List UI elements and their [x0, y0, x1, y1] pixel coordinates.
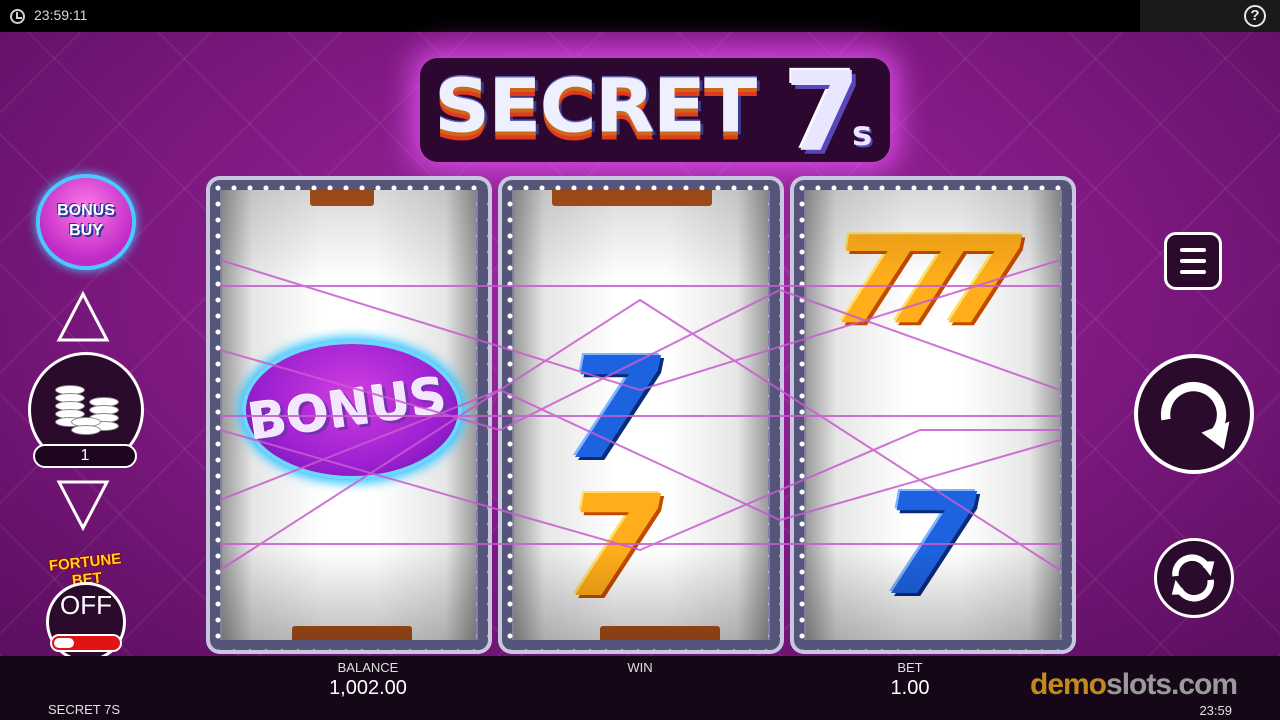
bet-level-value: 1	[33, 444, 137, 468]
game-logo: SECRET 7 s	[420, 48, 890, 176]
arrow-up-icon[interactable]	[56, 290, 110, 344]
reel-3: 777 7	[790, 176, 1076, 654]
watermark-logo: demoslots.com	[1030, 668, 1238, 701]
bonus-symbol-text: BONUS	[244, 366, 451, 452]
autoplay-button[interactable]	[1154, 538, 1234, 618]
reel-2-window: 7 7	[514, 190, 768, 640]
win-display: WIN	[600, 660, 680, 677]
bet-value: 1.00	[890, 677, 930, 699]
bonus-buy-button[interactable]: BONUS BUY	[40, 178, 132, 266]
autoplay-icon	[1171, 554, 1215, 602]
bet-display: BET 1.00	[870, 660, 950, 700]
status-bar: 23:59:11 ?	[0, 0, 1280, 32]
bonus-symbol: BONUS	[242, 340, 462, 480]
fortune-bet-state: OFF	[60, 590, 112, 620]
bet-label: BET	[897, 660, 923, 675]
fortune-bet-toggle[interactable]: FORTUNE BET OFF	[34, 550, 138, 662]
logo-seven: 7	[784, 48, 861, 176]
orange-seven-symbol: 7	[564, 466, 662, 629]
partial-symbol	[310, 190, 374, 206]
game-name: SECRET 7S	[48, 702, 121, 717]
reel-3-window: 777 7	[806, 190, 1060, 640]
status-time: 23:59:11	[34, 7, 88, 23]
footer-time: 23:59	[1199, 703, 1232, 718]
spin-icon	[1160, 381, 1230, 450]
arrow-down-icon[interactable]	[56, 478, 110, 532]
blue-seven-symbol: 7	[564, 328, 662, 491]
bottom-bar: BALANCE 1,002.00 WIN BET 1.00 SECRET 7S …	[0, 656, 1280, 720]
blue-seven-symbol: 7	[880, 464, 978, 627]
fortune-bet-switch[interactable]	[50, 634, 122, 652]
balance-display: BALANCE 1,002.00	[318, 660, 418, 700]
help-icon[interactable]: ?	[1244, 5, 1266, 27]
menu-button[interactable]	[1164, 232, 1222, 290]
partial-symbol	[600, 626, 720, 640]
win-label: WIN	[627, 660, 653, 675]
logo-text: SECRET	[434, 64, 757, 150]
logo-s: s	[852, 114, 873, 154]
reel-1: BONUS	[206, 176, 492, 654]
balance-label: BALANCE	[337, 660, 399, 675]
reel-1-window: BONUS	[222, 190, 476, 640]
clock-icon	[10, 9, 25, 24]
bonus-buy-label-2: BUY	[69, 222, 103, 239]
spin-button[interactable]	[1134, 354, 1254, 474]
partial-symbol	[552, 190, 712, 206]
orange-triple-seven-symbol: 777	[832, 212, 1022, 351]
bonus-buy-label-1: BONUS	[57, 202, 115, 219]
partial-symbol	[292, 626, 412, 640]
balance-value: 1,002.00	[329, 677, 407, 699]
reel-2: 7 7	[498, 176, 784, 654]
